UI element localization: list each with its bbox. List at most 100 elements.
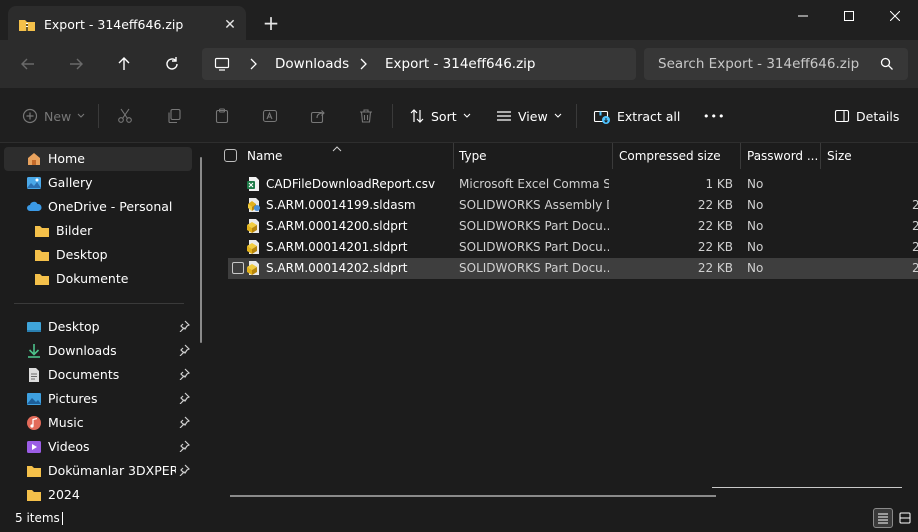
close-tab-icon[interactable]: ✕ [220, 15, 240, 35]
sidebar-item-dokumente[interactable]: Dokumente [4, 267, 192, 291]
close-window-button[interactable] [872, 0, 918, 32]
breadcrumb-downloads[interactable]: Downloads [275, 56, 349, 72]
plus-circle-icon [22, 108, 38, 124]
separator [98, 104, 99, 128]
sidebar-item-label: Bilder [56, 223, 93, 238]
sidebar-item-gallery[interactable]: Gallery [4, 171, 192, 195]
file-password: No [747, 198, 764, 212]
extract-all-label: Extract all [617, 108, 681, 124]
status-bar: 5 items [0, 505, 918, 532]
file-row[interactable]: S.ARM.00014201.sldprt SOLIDWORKS Part Do… [228, 237, 918, 258]
sidebar-item-desktop-onedrive[interactable]: Desktop [4, 243, 192, 267]
sort-ascending-icon [332, 143, 342, 155]
home-icon [26, 151, 42, 167]
file-type: SOLIDWORKS Part Docu... [459, 261, 609, 275]
chevron-right-icon[interactable] [358, 57, 368, 74]
file-name: S.ARM.00014202.sldprt [266, 261, 408, 275]
new-button[interactable]: New [22, 104, 85, 128]
sidebar-scrollbar[interactable] [200, 157, 202, 343]
navigation-pane: Home Gallery OneDrive - Personal Bilder … [0, 143, 212, 505]
paste-button[interactable] [214, 104, 230, 128]
search-input[interactable]: Search Export - 314eff646.zip [658, 56, 859, 72]
sidebar-item-label: Pictures [48, 391, 98, 406]
column-label: Type [459, 149, 487, 163]
forward-button[interactable] [62, 52, 90, 76]
sidebar-item-label: Videos [48, 439, 90, 454]
solidworks-part-icon [246, 260, 262, 276]
details-view-icon [878, 513, 888, 524]
sidebar-item-pictures[interactable]: Pictures [4, 387, 192, 411]
file-list: Name Type Compressed size Password ... S… [214, 143, 918, 505]
separator [392, 104, 393, 128]
file-type: Microsoft Excel Comma S... [459, 177, 609, 191]
column-label: Name [247, 149, 283, 163]
file-compressed-size: 1 KB [705, 177, 733, 191]
sidebar-item-onedrive[interactable]: OneDrive - Personal [4, 195, 192, 219]
column-header-size[interactable]: Size [821, 143, 918, 169]
file-compressed-size: 22 KB [697, 198, 733, 212]
more-options-button[interactable]: ••• [703, 104, 725, 128]
cut-button[interactable] [117, 104, 133, 128]
sidebar-item-label: Gallery [48, 175, 93, 190]
file-row[interactable]: CADFileDownloadReport.csv Microsoft Exce… [228, 174, 918, 195]
sidebar-item-videos[interactable]: Videos [4, 435, 192, 459]
computer-icon[interactable] [214, 56, 230, 75]
sidebar-item-downloads[interactable]: Downloads [4, 339, 192, 363]
music-icon [26, 415, 42, 431]
refresh-button[interactable] [158, 52, 186, 76]
pin-icon [178, 344, 191, 359]
column-header-name[interactable]: Name [214, 143, 454, 169]
file-row[interactable]: S.ARM.00014200.sldprt SOLIDWORKS Part Do… [228, 216, 918, 237]
sort-button[interactable]: Sort [409, 104, 471, 128]
sidebar-item-music[interactable]: Music [4, 411, 192, 435]
minimize-button[interactable] [780, 0, 826, 32]
sidebar-item-bilder[interactable]: Bilder [4, 219, 192, 243]
sidebar-item-label: Dokümanlar 3DXPERIEN [48, 463, 176, 478]
sidebar-item-desktop[interactable]: Desktop [4, 315, 192, 339]
horizontal-scrollbar[interactable] [230, 495, 716, 497]
column-label: Compressed size [619, 149, 721, 163]
back-button[interactable] [14, 52, 42, 76]
details-view-button[interactable] [873, 508, 893, 528]
maximize-button[interactable] [826, 0, 872, 32]
row-checkbox[interactable] [232, 262, 244, 274]
tiles-view-button[interactable] [895, 508, 915, 528]
delete-button[interactable] [358, 104, 374, 128]
file-password: No [747, 219, 764, 233]
rename-button[interactable] [262, 104, 278, 128]
copy-button[interactable] [166, 104, 182, 128]
pin-icon [178, 368, 191, 383]
column-header-password[interactable]: Password ... [741, 143, 821, 169]
file-row-selected[interactable]: S.ARM.00014202.sldprt SOLIDWORKS Part Do… [228, 258, 918, 279]
sidebar-item-dokumanlar[interactable]: Dokümanlar 3DXPERIEN [4, 459, 192, 483]
view-button[interactable]: View [496, 104, 562, 128]
documents-icon [26, 367, 42, 383]
up-button[interactable] [110, 52, 138, 76]
search-box[interactable]: Search Export - 314eff646.zip [644, 48, 908, 80]
breadcrumb-export-zip[interactable]: Export - 314eff646.zip [385, 56, 535, 72]
sort-label: Sort [431, 108, 457, 124]
file-name: S.ARM.00014201.sldprt [266, 240, 408, 254]
address-bar[interactable]: Downloads Export - 314eff646.zip [202, 48, 636, 80]
file-row[interactable]: S.ARM.00014199.sldasm SOLIDWORKS Assembl… [228, 195, 918, 216]
file-name: S.ARM.00014199.sldasm [266, 198, 416, 212]
sidebar-item-2024[interactable]: 2024 [4, 483, 192, 507]
arrow-right-icon [70, 58, 83, 70]
share-button[interactable] [310, 104, 326, 128]
sidebar-item-label: 2024 [48, 487, 80, 502]
file-size: 2 [912, 219, 918, 233]
solidworks-part-icon [246, 239, 262, 255]
sidebar-item-home[interactable]: Home [4, 147, 192, 171]
new-tab-button[interactable]: + [259, 12, 283, 36]
chevron-right-icon[interactable] [248, 57, 258, 74]
extract-all-button[interactable]: Extract all [593, 104, 680, 128]
sidebar-item-label: Desktop [56, 247, 108, 262]
arrow-up-icon [118, 57, 130, 70]
file-password: No [747, 177, 764, 191]
details-button[interactable]: Details [834, 104, 899, 128]
column-header-type[interactable]: Type [454, 143, 613, 169]
sidebar-item-documents[interactable]: Documents [4, 363, 192, 387]
sidebar-item-label: Music [48, 415, 84, 430]
select-all-checkbox[interactable] [224, 149, 237, 162]
column-header-compressed-size[interactable]: Compressed size [613, 143, 741, 169]
